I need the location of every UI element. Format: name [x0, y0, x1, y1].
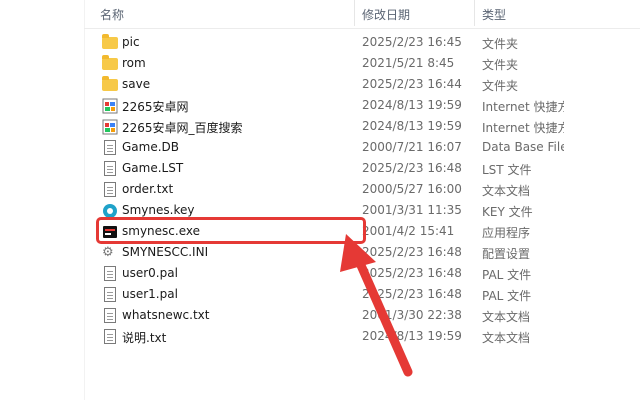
column-separator[interactable]: [354, 0, 355, 26]
text-file-icon: [102, 308, 118, 324]
gear-file-icon: ⚙: [102, 245, 114, 260]
file-type: 文件夹: [482, 58, 519, 72]
file-type: Data Base File: [482, 140, 564, 154]
file-name: user1.pal: [122, 287, 178, 301]
file-name: 2265安卓网: [122, 100, 189, 114]
document-icon: [102, 266, 118, 282]
file-row[interactable]: Game.DB 2000/7/21 16:07 Data Base File: [96, 137, 576, 158]
file-name: 说明.txt: [122, 331, 167, 345]
file-row[interactable]: order.txt 2000/5/27 16:00 文本文档: [96, 179, 576, 200]
file-row[interactable]: 说明.txt 2024/8/13 19:59 文本文档: [96, 326, 576, 347]
text-file-icon: [102, 329, 118, 345]
file-date: 2001/3/31 11:35: [362, 203, 462, 217]
file-row[interactable]: whatsnewc.txt 2001/3/30 22:38 文本文档: [96, 305, 576, 326]
file-date: 2025/2/23 16:45: [362, 35, 462, 49]
file-date: 2024/8/13 19:59: [362, 119, 462, 133]
file-type: PAL 文件: [482, 268, 532, 282]
file-type: LST 文件: [482, 163, 532, 177]
file-name: Game.DB: [122, 140, 180, 154]
folder-icon: [102, 55, 118, 72]
file-type: PAL 文件: [482, 289, 532, 303]
column-separator[interactable]: [474, 0, 475, 26]
file-date: 2025/2/23 16:48: [362, 161, 462, 175]
file-date: 2001/4/2 15:41: [362, 224, 455, 238]
column-date-header[interactable]: 修改日期: [362, 6, 410, 23]
file-type: KEY 文件: [482, 205, 533, 219]
file-type: 配置设置: [482, 247, 531, 261]
navigation-pane: [0, 0, 85, 400]
file-date: 2021/5/21 8:45: [362, 56, 455, 70]
file-date: 2000/7/21 16:07: [362, 140, 462, 154]
column-type-header[interactable]: 类型: [482, 6, 506, 23]
file-name: user0.pal: [122, 266, 178, 280]
file-row[interactable]: user0.pal 2025/2/23 16:48 PAL 文件: [96, 263, 576, 284]
folder-icon: [102, 34, 118, 51]
file-type: Internet 快捷方: [482, 100, 564, 114]
folder-icon: [102, 76, 118, 93]
file-date: 2025/2/23 16:44: [362, 77, 462, 91]
file-date: 2001/3/30 22:38: [362, 308, 462, 322]
file-date: 2025/2/23 16:48: [362, 287, 462, 301]
file-name: pic: [122, 35, 140, 49]
file-type: 文本文档: [482, 310, 531, 324]
file-date: 2025/2/23 16:48: [362, 266, 462, 280]
file-date: 2024/8/13 19:59: [362, 329, 462, 343]
file-row[interactable]: ⚙ SMYNESCC.INI 2025/2/23 16:48 配置设置: [96, 242, 576, 263]
sort-caret-icon: ^: [306, 0, 316, 7]
file-row[interactable]: rom 2021/5/21 8:45 文件夹: [96, 53, 576, 74]
file-row[interactable]: Game.LST 2025/2/23 16:48 LST 文件: [96, 158, 576, 179]
file-type: 文件夹: [482, 37, 519, 51]
document-icon: [102, 140, 118, 156]
file-date: 2025/2/23 16:48: [362, 245, 462, 259]
file-row[interactable]: save 2025/2/23 16:44 文件夹: [96, 74, 576, 95]
file-type: 应用程序: [482, 226, 531, 240]
file-name: Game.LST: [122, 161, 184, 175]
file-type: Internet 快捷方: [482, 121, 564, 135]
column-name-header[interactable]: 名称: [100, 6, 124, 23]
internet-shortcut-icon: [102, 98, 118, 114]
file-date: 2024/8/13 19:59: [362, 98, 462, 112]
file-name: rom: [122, 56, 146, 70]
file-row[interactable]: pic 2025/2/23 16:45 文件夹: [96, 32, 576, 53]
file-row[interactable]: user1.pal 2025/2/23 16:48 PAL 文件: [96, 284, 576, 305]
internet-shortcut-icon: [102, 119, 118, 135]
file-name: whatsnewc.txt: [122, 308, 210, 322]
document-icon: [102, 287, 118, 303]
file-row[interactable]: 2265安卓网_百度搜索 2024/8/13 19:59 Internet 快捷方: [96, 116, 576, 137]
file-date: 2000/5/27 16:00: [362, 182, 462, 196]
file-type: 文本文档: [482, 184, 531, 198]
file-name: SMYNESCC.INI: [122, 245, 209, 259]
file-name: save: [122, 77, 151, 91]
column-header: ^ 名称 修改日期 类型: [84, 0, 640, 29]
file-name: 2265安卓网_百度搜索: [122, 121, 243, 135]
file-name: Smynes.key: [122, 203, 195, 217]
text-file-icon: [102, 182, 118, 198]
file-name: order.txt: [122, 182, 174, 196]
file-type: 文件夹: [482, 79, 519, 93]
file-type: 文本文档: [482, 331, 531, 345]
highlight-box: [96, 217, 366, 244]
document-icon: [102, 161, 118, 177]
file-row[interactable]: 2265安卓网 2024/8/13 19:59 Internet 快捷方: [96, 95, 576, 116]
